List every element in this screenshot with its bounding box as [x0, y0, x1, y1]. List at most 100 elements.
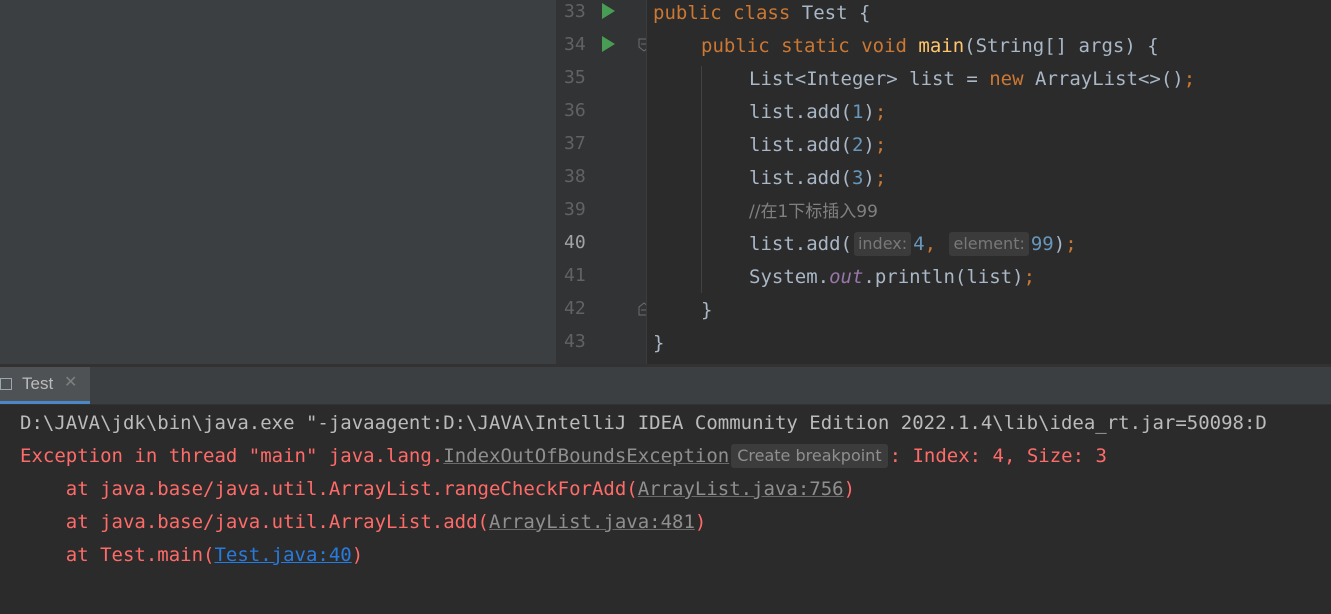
code-text: }	[653, 332, 665, 354]
code-editor[interactable]: public class Test { public static void m…	[646, 0, 1331, 364]
code-comment: //在1下标插入99	[749, 202, 878, 222]
stack-frame-text: )	[351, 544, 364, 566]
code-number: 2	[851, 134, 864, 156]
code-text: )	[863, 167, 875, 189]
editor-gutter[interactable]: 33 34 35 36 37 38 39 40 41 42 43	[556, 0, 650, 364]
indent-guide	[646, 0, 647, 364]
exception-class-link[interactable]: IndexOutOfBoundsException	[443, 445, 729, 467]
param-hint-element: element:	[949, 232, 1029, 256]
code-text: (String[] args) {	[964, 35, 1159, 57]
line-number: 38	[564, 166, 586, 187]
param-hint-index: index:	[853, 232, 912, 256]
code-field: out	[829, 266, 864, 288]
stack-frame-text: at java.base/java.util.ArrayList.rangeCh…	[20, 478, 638, 500]
create-breakpoint-button[interactable]: Create breakpoint	[731, 444, 888, 468]
line-number: 42	[564, 298, 586, 319]
gutter-line: 36	[556, 96, 646, 129]
gutter-line: 40	[556, 228, 646, 261]
code-keyword: new	[989, 68, 1024, 90]
code-line: public static void main(String[] args) {	[701, 30, 1159, 63]
line-number: 40	[564, 232, 586, 253]
stack-trace-line: at java.base/java.util.ArrayList.rangeCh…	[20, 473, 855, 506]
stack-frame-text: at Test.main(	[20, 544, 215, 566]
code-keyword: static	[781, 35, 850, 57]
gutter-line: 42	[556, 294, 650, 327]
console-output[interactable]: D:\JAVA\jdk\bin\java.exe "-javaagent:D:\…	[0, 405, 1331, 614]
gutter-line: 38	[556, 162, 646, 195]
code-method: main	[918, 35, 965, 57]
code-text: )	[1053, 233, 1066, 255]
stack-frame-text: at java.base/java.util.ArrayList.add(	[20, 511, 489, 533]
code-line: }	[701, 294, 712, 327]
code-number: 99	[1030, 233, 1054, 255]
stack-frame-text: )	[694, 511, 707, 533]
code-line: list.add(index: 4, element: 99);	[749, 228, 1077, 261]
code-line: list.add(2);	[749, 129, 886, 162]
gutter-line: 35	[556, 63, 646, 96]
code-line: }	[653, 327, 664, 360]
code-keyword: void	[861, 35, 907, 57]
indent-guide	[701, 66, 702, 293]
code-number: 4	[913, 233, 925, 255]
line-number: 35	[564, 67, 586, 88]
code-text: System.	[749, 266, 830, 288]
run-triangle-icon[interactable]	[602, 36, 615, 52]
code-text: Test {	[801, 2, 871, 24]
line-number: 34	[564, 34, 586, 55]
project-panel	[0, 0, 556, 364]
code-line: public class Test {	[653, 0, 870, 30]
code-text: list.add(	[749, 134, 852, 156]
code-semicolon: ;	[874, 101, 887, 123]
tab-test[interactable]: Test ✕	[0, 367, 90, 404]
line-number: 36	[564, 100, 586, 121]
exception-prefix: Exception in thread "main" java.lang.	[20, 445, 444, 467]
code-line: list.add(1);	[749, 96, 886, 129]
gutter-line: 43	[556, 327, 646, 360]
code-semicolon: ;	[1023, 266, 1036, 288]
code-semicolon: ;	[874, 167, 887, 189]
stack-frame-link[interactable]: Test.java:40	[214, 544, 351, 566]
code-text: List<Integer> list =	[749, 68, 990, 90]
code-keyword: public	[653, 2, 722, 24]
code-number: 3	[851, 167, 864, 189]
gutter-line: 41	[556, 261, 646, 294]
line-number: 39	[564, 199, 586, 220]
stack-frame-link[interactable]: ArrayList.java:481	[489, 511, 695, 533]
console-tab-icon	[0, 378, 12, 390]
line-number: 37	[564, 133, 586, 154]
code-line: //在1下标插入99	[749, 195, 878, 228]
gutter-line: 33	[556, 0, 646, 30]
gutter-line: 37	[556, 129, 646, 162]
code-line: list.add(3);	[749, 162, 886, 195]
code-text: list.add(	[749, 233, 852, 255]
run-tool-window-header: Test ✕	[0, 367, 1331, 405]
stack-trace-line: at Test.main(Test.java:40)	[20, 539, 363, 572]
line-number: 33	[564, 1, 586, 22]
run-triangle-icon[interactable]	[602, 3, 615, 19]
code-text: )	[863, 101, 875, 123]
code-semicolon: ;	[1183, 68, 1196, 90]
code-text: )	[863, 134, 875, 156]
stack-trace-line: at java.base/java.util.ArrayList.add(Arr…	[20, 506, 707, 539]
code-keyword: class	[733, 2, 791, 24]
code-text: list.add(	[749, 167, 852, 189]
code-text: ArrayList<>()	[1035, 68, 1184, 90]
line-number: 41	[564, 265, 586, 286]
code-number: 1	[851, 101, 864, 123]
exception-message: : Index: 4, Size: 3	[889, 445, 1107, 467]
tab-label: Test	[22, 374, 54, 393]
stack-frame-link[interactable]: ArrayList.java:756	[638, 478, 844, 500]
code-line: List<Integer> list = new ArrayList<>();	[749, 63, 1195, 96]
line-number: 43	[564, 331, 586, 352]
code-comma: ,	[924, 233, 937, 255]
gutter-line: 39	[556, 195, 646, 228]
close-icon[interactable]: ✕	[64, 372, 77, 391]
code-keyword: public	[701, 35, 770, 57]
console-line: Exception in thread "main" java.lang.Ind…	[20, 440, 1107, 473]
code-semicolon: ;	[1065, 233, 1077, 255]
code-line: System.out.println(list);	[749, 261, 1035, 294]
code-text: }	[701, 299, 713, 321]
console-command: D:\JAVA\jdk\bin\java.exe "-javaagent:D:\…	[20, 412, 1267, 434]
code-text: .println(list)	[863, 266, 1024, 288]
stack-frame-text: )	[843, 478, 856, 500]
